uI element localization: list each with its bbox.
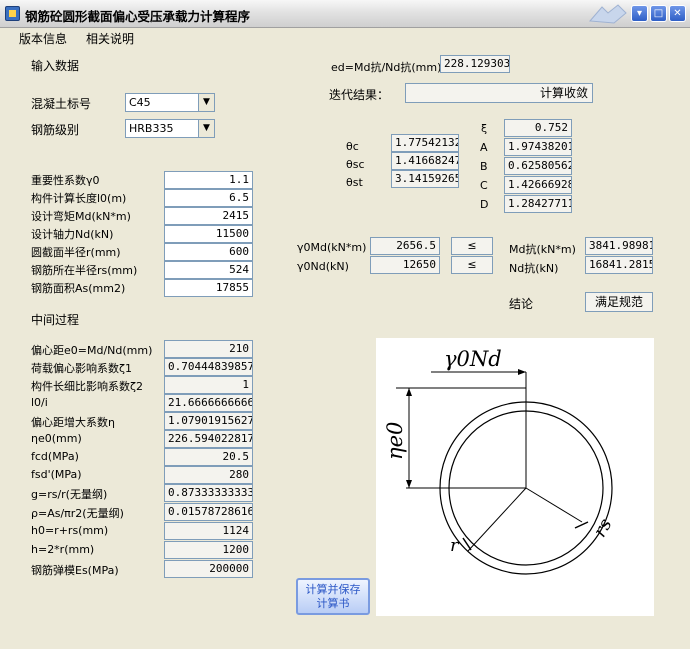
section-radius-input[interactable]: 600 xyxy=(164,243,253,261)
minimize-button[interactable]: ▾ xyxy=(631,5,648,22)
process-value: 280 xyxy=(164,466,253,484)
process-label: ηe0(mm) xyxy=(31,432,82,445)
process-label: h=2*r(mm) xyxy=(31,543,95,556)
process-value: 1.079019156273 xyxy=(164,412,253,430)
process-label: h0=r+rs(mm) xyxy=(31,524,109,537)
top-label: γ0Nd xyxy=(444,347,502,371)
iteration-label: 迭代结果： xyxy=(329,88,390,102)
process-label: ρ=As/πr2(无量纲) xyxy=(31,507,124,520)
compare-value: 2656.5 xyxy=(370,237,440,255)
importance-factor-input[interactable]: 1.1 xyxy=(164,171,253,189)
coeff-label: A xyxy=(480,141,488,154)
chevron-down-icon[interactable]: ▼ xyxy=(198,94,214,111)
process-label: 构件长细比影响系数ζ2 xyxy=(31,380,143,393)
calculate-save-button[interactable]: 计算并保存 计算书 xyxy=(296,578,370,615)
process-label: g=rs/r(无量纲) xyxy=(31,488,108,501)
theta-label: θsc xyxy=(346,158,365,171)
side-label: ηe0 xyxy=(383,422,407,460)
conclusion-label: 结论 xyxy=(509,297,534,311)
rebar-radius-input[interactable]: 524 xyxy=(164,261,253,279)
compare-rvalue: 3841.989816 xyxy=(585,237,653,255)
close-button[interactable]: ✕ xyxy=(669,5,686,22)
coeff-label: B xyxy=(480,160,488,173)
coeff-label: D xyxy=(480,198,489,211)
process-label: 偏心距增大系数η xyxy=(31,416,115,429)
process-value: 0.704448398576 xyxy=(164,358,253,376)
process-label: fcd(MPa) xyxy=(31,450,79,463)
compare-value: 12650 xyxy=(370,256,440,274)
steel-grade-label: 钢筋级别 xyxy=(31,123,80,137)
process-value: 0.873333333333 xyxy=(164,484,253,502)
steel-grade-select[interactable]: HRB335 ▼ xyxy=(125,119,215,138)
coeff-label: ξ xyxy=(481,122,488,135)
calculate-save-button-line1: 计算并保存 xyxy=(305,583,361,596)
coeff-label: C xyxy=(480,179,488,192)
compare-sign: ≤ xyxy=(451,256,493,274)
process-value: 0.015787286160 xyxy=(164,503,253,521)
steel-grade-value: HRB335 xyxy=(129,122,174,135)
coeff-value: 1.426669285 xyxy=(504,176,572,194)
process-label: l0/i xyxy=(31,396,48,409)
process-value: 1124 xyxy=(164,522,253,540)
r-label: r xyxy=(450,535,460,556)
input-label: 设计弯矩Md(kN*m) xyxy=(31,210,131,223)
theta-value: 3.141592653 xyxy=(391,170,459,188)
menu-version-info[interactable]: 版本信息 xyxy=(19,30,67,47)
title-bar: 钢筋砼圆形截面偏心受压承载力计算程序 ▾ □ ✕ xyxy=(0,0,690,28)
process-value: 21.6666666666 xyxy=(164,394,253,412)
section-diagram: γ0Nd ηe0 r rs xyxy=(376,338,654,616)
concrete-grade-value: C45 xyxy=(129,96,151,109)
coeff-value: 1.974382018 xyxy=(504,138,572,156)
concrete-grade-select[interactable]: C45 ▼ xyxy=(125,93,215,112)
compare-rvalue: 16841.28151 xyxy=(585,256,653,274)
compare-rlabel: Nd抗(kN) xyxy=(509,262,559,275)
process-value: 210 xyxy=(164,340,253,358)
theta-label: θc xyxy=(346,140,359,153)
concrete-grade-label: 混凝土标号 xyxy=(31,97,92,111)
input-label: 钢筋面积As(mm2) xyxy=(31,282,126,295)
process-label: 荷载偏心影响系数ζ1 xyxy=(31,362,132,375)
window-title: 钢筋砼圆形截面偏心受压承载力计算程序 xyxy=(25,9,251,24)
app-icon xyxy=(5,6,20,21)
theta-label: θst xyxy=(346,176,363,189)
input-label: 构件计算长度l0(m) xyxy=(31,192,127,205)
process-value: 1200 xyxy=(164,541,253,559)
compare-label: γ0Md(kN*m) xyxy=(297,241,367,254)
input-label: 圆截面半径r(mm) xyxy=(31,246,121,259)
theta-value: 1.775421329 xyxy=(391,134,459,152)
ed-label: ed=Md抗/Nd抗(mm) xyxy=(331,61,442,74)
section-input-title: 输入数据 xyxy=(31,59,80,73)
input-label: 重要性系数γ0 xyxy=(31,174,100,187)
process-label: fsd'(MPa) xyxy=(31,468,82,481)
process-value: 226.5940228174 xyxy=(164,430,253,448)
input-label: 钢筋所在半径rs(mm) xyxy=(31,264,138,277)
compare-rlabel: Md抗(kN*m) xyxy=(509,243,576,256)
process-label: 偏心距e0=Md/Nd(mm) xyxy=(31,344,153,357)
coeff-value: 0.625805627 xyxy=(504,157,572,175)
process-value: 1 xyxy=(164,376,253,394)
process-value: 20.5 xyxy=(164,448,253,466)
coeff-value: 0.752 xyxy=(504,119,572,137)
iteration-result: 计算收敛 xyxy=(405,83,593,103)
calc-length-input[interactable]: 6.5 xyxy=(164,189,253,207)
coeff-value: 1.284277112 xyxy=(504,195,572,213)
conclusion-value: 满足规范 xyxy=(585,292,653,312)
maximize-button[interactable]: □ xyxy=(650,5,667,22)
section-process-title: 中间过程 xyxy=(31,313,80,327)
title-decoration-icon xyxy=(588,4,627,24)
calculate-save-button-line2: 计算书 xyxy=(316,597,350,610)
theta-value: 1.416682478 xyxy=(391,152,459,170)
ed-value: 228.1293032 xyxy=(440,55,510,73)
chevron-down-icon[interactable]: ▼ xyxy=(198,120,214,137)
compare-label: γ0Nd(kN) xyxy=(297,260,349,273)
compare-sign: ≤ xyxy=(451,237,493,255)
design-axial-force-input[interactable]: 11500 xyxy=(164,225,253,243)
process-label: 钢筋弹模Es(MPa) xyxy=(31,564,119,577)
design-moment-input[interactable]: 2415 xyxy=(164,207,253,225)
process-value: 200000 xyxy=(164,560,253,578)
rebar-area-input[interactable]: 17855 xyxy=(164,279,253,297)
menu-related-notes[interactable]: 相关说明 xyxy=(86,30,134,47)
input-label: 设计轴力Nd(kN) xyxy=(31,228,114,241)
